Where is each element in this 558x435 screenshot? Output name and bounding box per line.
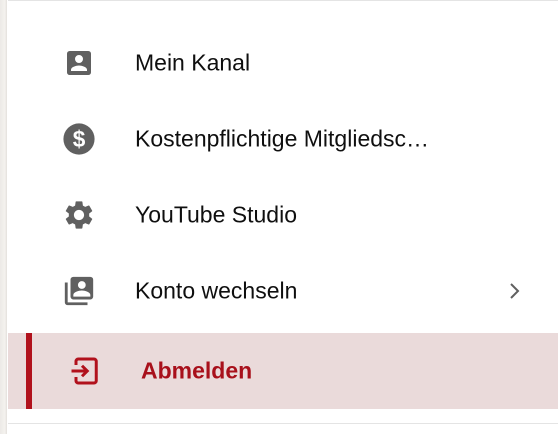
menu-item-switch-account[interactable]: Konto wechseln [8, 253, 558, 329]
account-box-icon [60, 44, 98, 82]
menu-item-sign-out[interactable]: Abmelden [8, 333, 558, 409]
menu-item-label: Abmelden [141, 357, 253, 384]
account-menu: Mein Kanal $ Kostenpflichtige Mitgliedsc… [8, 0, 558, 435]
menu-item-youtube-studio[interactable]: YouTube Studio [8, 177, 558, 253]
menu-item-label: YouTube Studio [135, 201, 297, 228]
gear-icon [60, 196, 98, 234]
chevron-right-icon [502, 279, 526, 303]
menu-item-mein-kanal[interactable]: Mein Kanal [8, 25, 558, 101]
menu-item-label: Kostenpflichtige Mitgliedsc… [135, 125, 430, 152]
menu-item-label: Konto wechseln [135, 277, 298, 304]
sign-out-icon [66, 352, 104, 390]
dollar-circle-icon: $ [60, 120, 98, 158]
switch-account-icon [60, 272, 98, 310]
menu-item-label: Mein Kanal [135, 49, 251, 76]
menu-item-paid-memberships[interactable]: $ Kostenpflichtige Mitgliedsc… [8, 101, 558, 177]
background-strip [0, 0, 7, 434]
svg-text:$: $ [73, 126, 86, 152]
active-indicator [26, 333, 32, 409]
menu-divider [8, 423, 558, 424]
